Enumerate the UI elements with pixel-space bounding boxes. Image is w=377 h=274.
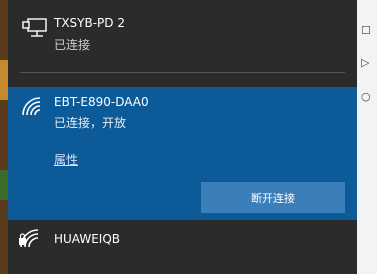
network-item-wifi[interactable]: HUAWEIQB xyxy=(8,220,357,274)
network-name: TXSYB-PD 2 xyxy=(54,16,125,30)
edge-glyph: ○ xyxy=(361,90,371,103)
network-item-ethernet[interactable]: TXSYB-PD 2 已连接 xyxy=(8,0,357,68)
network-item-wifi-selected[interactable]: EBT-E890-DAA0 已连接，开放 属性 断开连接 xyxy=(8,87,357,220)
network-flyout: TXSYB-PD 2 已连接 EBT-E890-DAA0 已连接，开放 属性 断… xyxy=(8,0,357,274)
wallpaper-left-strip xyxy=(0,0,8,274)
background-window-edge: ☐ ▷ ○ xyxy=(357,0,377,274)
network-status: 已连接 xyxy=(54,38,91,52)
wallpaper-accent xyxy=(0,170,8,200)
wifi-secured-icon xyxy=(19,229,39,248)
network-name: EBT-E890-DAA0 xyxy=(54,95,149,109)
wallpaper-accent xyxy=(0,60,8,100)
edge-glyph: ☐ xyxy=(361,24,371,37)
wifi-icon xyxy=(22,97,41,116)
ethernet-icon xyxy=(22,18,47,37)
network-status: 已连接，开放 xyxy=(54,116,127,130)
network-name: HUAWEIQB xyxy=(54,232,121,246)
disconnect-button[interactable]: 断开连接 xyxy=(201,182,345,213)
properties-link[interactable]: 属性 xyxy=(54,151,78,168)
edge-glyph: ▷ xyxy=(361,56,370,69)
divider xyxy=(20,72,345,73)
